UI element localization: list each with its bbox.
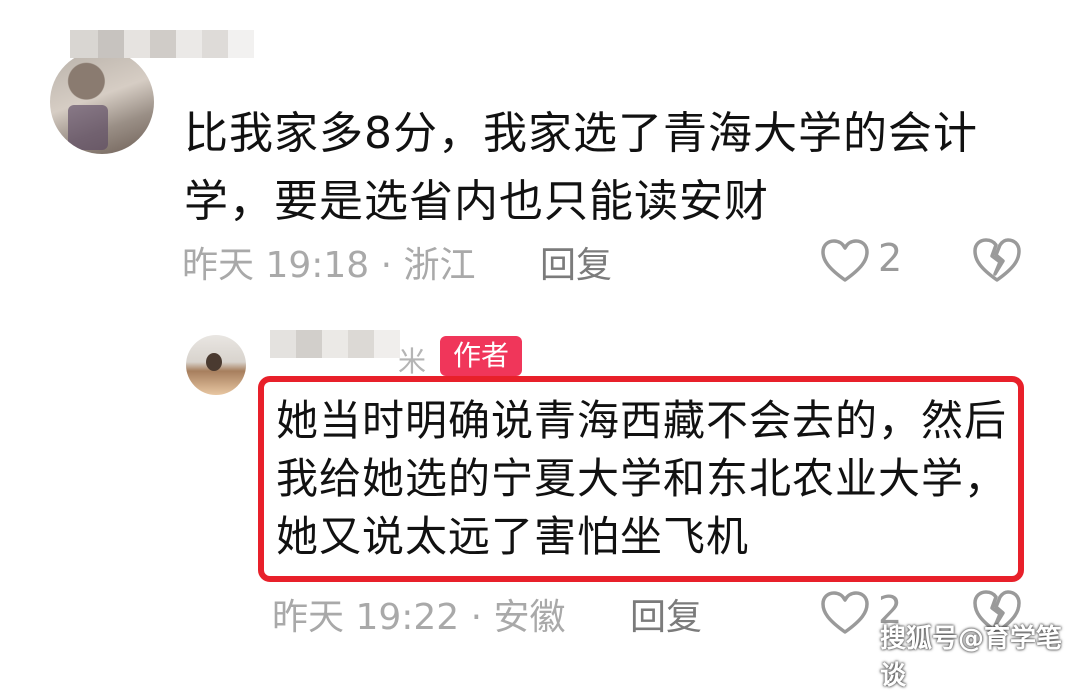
broken-heart-icon[interactable] bbox=[972, 236, 1022, 284]
comment-time-location: 昨天 19:18 · 浙江 bbox=[182, 245, 476, 286]
reply-reply-button[interactable]: 回复 bbox=[630, 588, 702, 640]
reply-time-location: 昨天 19:22 · 安徽 bbox=[272, 597, 566, 638]
author-name-suffix: 米 bbox=[398, 345, 427, 378]
heart-outline-icon[interactable] bbox=[820, 238, 870, 284]
comment-like-count: 2 bbox=[878, 236, 903, 280]
commenter-name-blurred[interactable] bbox=[70, 30, 254, 58]
author-name-blurred[interactable] bbox=[270, 330, 400, 358]
comment-text: 比我家多8分，我家选了青海大学的会计学，要是选省内也只能读安财 bbox=[184, 108, 978, 227]
watermark: 搜狐号@育学笔谈 bbox=[880, 624, 1063, 691]
comment-reply-button[interactable]: 回复 bbox=[540, 236, 612, 288]
reply-text: 她当时明确说青海西藏不会去的，然后我给她选的宁夏大学和东北农业大学，她又说太远了… bbox=[276, 396, 1008, 561]
author-avatar[interactable] bbox=[186, 335, 246, 395]
author-badge: 作者 bbox=[440, 336, 522, 376]
commenter-avatar[interactable] bbox=[50, 50, 154, 154]
heart-outline-icon[interactable] bbox=[820, 590, 870, 636]
